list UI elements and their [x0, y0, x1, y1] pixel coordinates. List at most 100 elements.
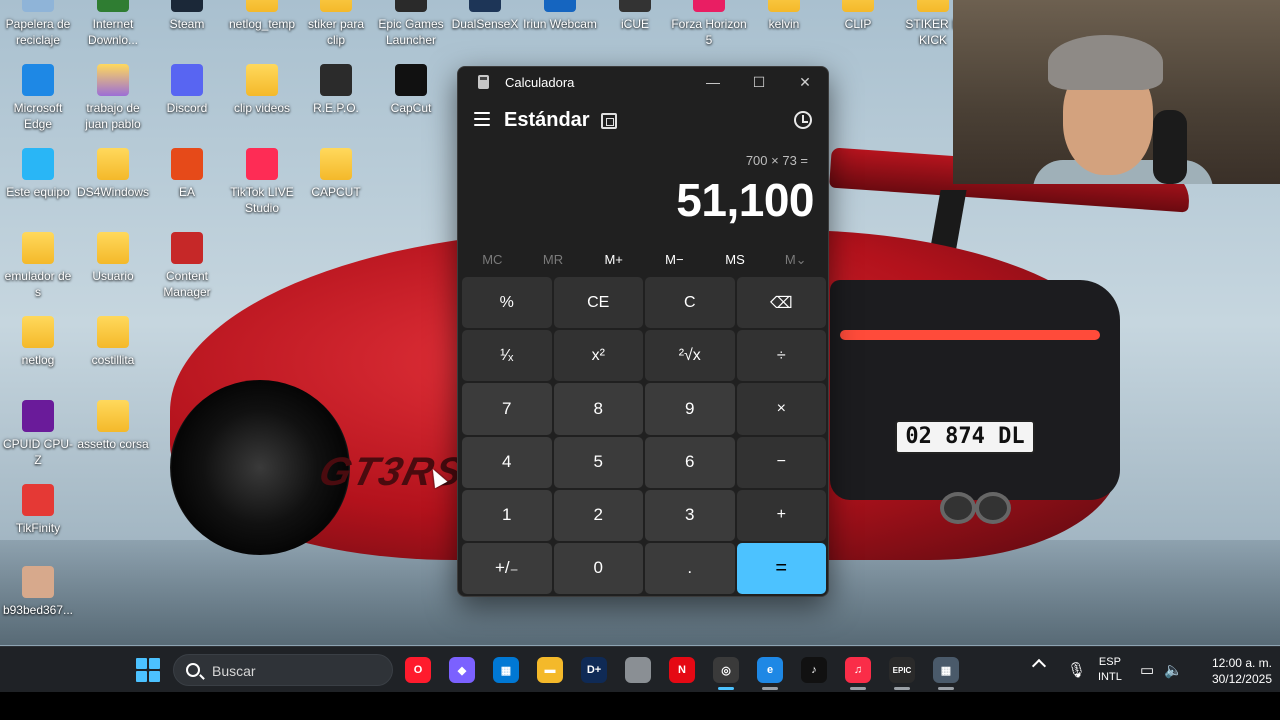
network-icon[interactable]: ▭ — [1140, 661, 1154, 679]
calculator-key[interactable]: CE — [553, 277, 643, 329]
calculator-key[interactable]: 5 — [553, 436, 643, 488]
disney-plus-icon[interactable]: D+ — [581, 657, 607, 683]
desktop-icon[interactable]: TikTok LIVE Studio — [224, 148, 300, 216]
start-button[interactable] — [136, 658, 160, 682]
desktop-icon-label: CLIP — [844, 17, 872, 31]
calculator-key[interactable]: 6 — [645, 436, 735, 488]
desktop-icon[interactable]: CAPCUT — [298, 148, 374, 200]
show-hidden-icons-chevron-icon[interactable] — [1031, 658, 1047, 674]
tikfinity-icon — [22, 484, 54, 516]
desktop-icon[interactable]: Usuario — [75, 232, 151, 284]
calculator-key[interactable]: % — [462, 277, 552, 329]
desktop-icon[interactable]: Forza Horizon 5 — [671, 0, 747, 48]
desktop-icon[interactable]: kelvin — [746, 0, 822, 32]
calculator-key[interactable]: + — [736, 489, 826, 541]
calculator-key[interactable]: 7 — [462, 383, 552, 435]
keep-on-top-icon[interactable] — [601, 113, 617, 129]
calculator-key[interactable]: C — [645, 277, 735, 329]
desktop-icon[interactable]: EA — [149, 148, 225, 200]
calculator-key[interactable]: . — [645, 542, 735, 594]
memory-button[interactable]: MS — [705, 243, 766, 277]
history-icon[interactable] — [794, 111, 812, 129]
desktop-icon[interactable]: trabajo de juan pablo — [75, 64, 151, 132]
desktop-icon[interactable]: iCUE — [597, 0, 673, 32]
minimize-button[interactable]: — — [690, 67, 736, 97]
desktop-icon-label: netlog_temp — [228, 17, 296, 31]
calculator-key[interactable]: 0 — [553, 542, 643, 594]
desktop-icon[interactable]: Papelera de reciclaje — [0, 0, 76, 48]
desktop-icon[interactable]: Microsoft Edge — [0, 64, 76, 132]
desktop-icon[interactable]: CPUID CPU-Z — [0, 400, 76, 468]
taskbar-search-box[interactable]: Buscar — [173, 654, 393, 686]
calculator-key[interactable]: 4 — [462, 436, 552, 488]
calculator-key[interactable]: 2 — [553, 489, 643, 541]
calculator-window[interactable]: Calculadora — ☐ ✕ Estándar 700 × 73 = 51… — [457, 66, 829, 597]
desktop-icon[interactable]: DS4Windows — [75, 148, 151, 200]
desktop-icon[interactable]: Internet Downlo... — [75, 0, 151, 48]
calculator-key[interactable]: 1 — [462, 489, 552, 541]
calculator-titlebar[interactable]: Calculadora — ☐ ✕ — [458, 67, 828, 97]
desktop-icon[interactable]: Discord — [149, 64, 225, 116]
maximize-button[interactable]: ☐ — [736, 67, 782, 97]
memory-button[interactable]: MR — [523, 243, 584, 277]
obs-icon[interactable]: ◎ — [713, 657, 739, 683]
desktop-icon[interactable]: netlog — [0, 316, 76, 368]
calculator-key-label: 0 — [593, 558, 603, 578]
desktop-icon[interactable]: Epic Games Launcher — [373, 0, 449, 48]
calculator-key[interactable]: +/₋ — [462, 542, 552, 594]
system-clock[interactable]: 12:00 a. m. 30/12/2025 — [1192, 655, 1272, 687]
desktop-icon[interactable]: netlog_temp — [224, 0, 300, 32]
memory-button[interactable]: MC — [462, 243, 523, 277]
calculator-key[interactable]: ÷ — [736, 330, 826, 382]
desktop-icon[interactable]: Steam — [149, 0, 225, 32]
store-icon[interactable]: ▦ — [493, 657, 519, 683]
desktop-icon[interactable]: b93bed367... — [0, 566, 76, 618]
calculator-key-label: C — [683, 293, 696, 311]
desktop-icon[interactable]: CapCut — [373, 64, 449, 116]
memory-button[interactable]: M− — [644, 243, 705, 277]
folder-icon — [842, 0, 874, 12]
close-button[interactable]: ✕ — [782, 67, 828, 97]
desktop-icon[interactable]: Este equipo — [0, 148, 76, 200]
desktop-icon-label: trabajo de juan pablo — [85, 101, 141, 131]
calculator-key[interactable]: × — [736, 383, 826, 435]
desktop-icon[interactable]: Iriun Webcam — [522, 0, 598, 32]
netflix-icon[interactable]: N — [669, 657, 695, 683]
calculator-key[interactable]: ²√x — [645, 330, 735, 382]
dualsensex-icon — [469, 0, 501, 12]
memory-button[interactable]: M⌄ — [765, 243, 826, 277]
desktop-icon[interactable]: Content Manager — [149, 232, 225, 300]
apple-music-icon[interactable]: ♫ — [845, 657, 871, 683]
opera-icon[interactable]: O — [405, 657, 431, 683]
desktop-icon[interactable]: costillita — [75, 316, 151, 368]
calculator-key-label: . — [687, 558, 693, 578]
calculator-key[interactable]: 9 — [645, 383, 735, 435]
desktop-icon[interactable]: emulador de s — [0, 232, 76, 300]
epic-games-icon[interactable]: EPIC — [889, 657, 915, 683]
copilot-icon[interactable]: ◆ — [449, 657, 475, 683]
file-explorer-icon[interactable]: ▬ — [537, 657, 563, 683]
volume-icon[interactable]: 🔈 — [1164, 661, 1183, 679]
desktop-icon[interactable]: TikFinity — [0, 484, 76, 536]
tiktok-icon[interactable]: ♪ — [801, 657, 827, 683]
calculator-icon[interactable]: ▦ — [933, 657, 959, 683]
desktop-icon[interactable]: stiker para clip — [298, 0, 374, 48]
input-language-indicator[interactable]: ESP INTL — [1098, 655, 1122, 685]
equals-button[interactable]: = — [736, 542, 826, 594]
desktop-icon[interactable]: DualSenseX — [447, 0, 523, 32]
navigation-menu-icon[interactable] — [474, 112, 490, 126]
desktop-icon[interactable]: CLIP — [820, 0, 896, 32]
blank-app-icon[interactable] — [625, 657, 651, 683]
desktop-icon[interactable]: R.E.P.O. — [298, 64, 374, 116]
calculator-key[interactable]: ⌫ — [736, 277, 826, 329]
calculator-key[interactable]: − — [736, 436, 826, 488]
calculator-key[interactable]: 8 — [553, 383, 643, 435]
calculator-key[interactable]: x² — [553, 330, 643, 382]
microphone-icon[interactable]: 🎙 — [1067, 661, 1086, 679]
calculator-key[interactable]: 3 — [645, 489, 735, 541]
memory-button[interactable]: M+ — [583, 243, 644, 277]
calculator-key[interactable]: ¹⁄ₓ — [462, 330, 552, 382]
desktop-icon[interactable]: assetto corsa — [75, 400, 151, 452]
edge-icon[interactable]: e — [757, 657, 783, 683]
desktop-icon[interactable]: clip videos — [224, 64, 300, 116]
